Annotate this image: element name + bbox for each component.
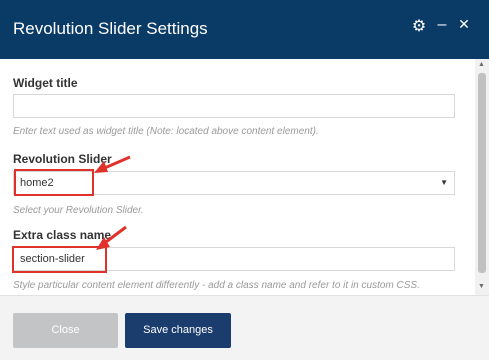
close-icon[interactable]: ✕	[455, 16, 473, 38]
extra-class-hint: Style particular content element differe…	[13, 280, 420, 291]
annotation-box-slider	[14, 169, 94, 196]
dialog-title: Revolution Slider Settings	[13, 19, 208, 38]
widget-title-label: Widget title	[13, 76, 78, 90]
widget-title-input[interactable]	[13, 94, 455, 118]
close-button[interactable]: Close	[13, 313, 118, 348]
extra-class-label: Extra class name	[13, 228, 112, 242]
scroll-up-icon[interactable]: ▲	[478, 61, 485, 68]
annotation-box-class	[12, 246, 107, 273]
revolution-slider-label: Revolution Slider	[13, 152, 112, 166]
scrollbar[interactable]: ▲ ▼	[475, 59, 489, 295]
revolution-slider-hint: Select your Revolution Slider.	[13, 205, 144, 216]
dialog-footer: Close Save changes	[0, 295, 489, 360]
gear-icon[interactable]: ⚙	[410, 16, 428, 38]
minimize-icon[interactable]: –	[433, 16, 451, 38]
dialog-header: Revolution Slider Settings ⚙ – ✕	[0, 0, 489, 59]
chevron-down-icon: ▼	[440, 178, 448, 187]
scrollbar-thumb[interactable]	[478, 73, 486, 273]
scroll-down-icon[interactable]: ▼	[478, 283, 485, 290]
widget-title-hint: Enter text used as widget title (Note: l…	[13, 126, 319, 137]
save-button[interactable]: Save changes	[125, 313, 231, 348]
